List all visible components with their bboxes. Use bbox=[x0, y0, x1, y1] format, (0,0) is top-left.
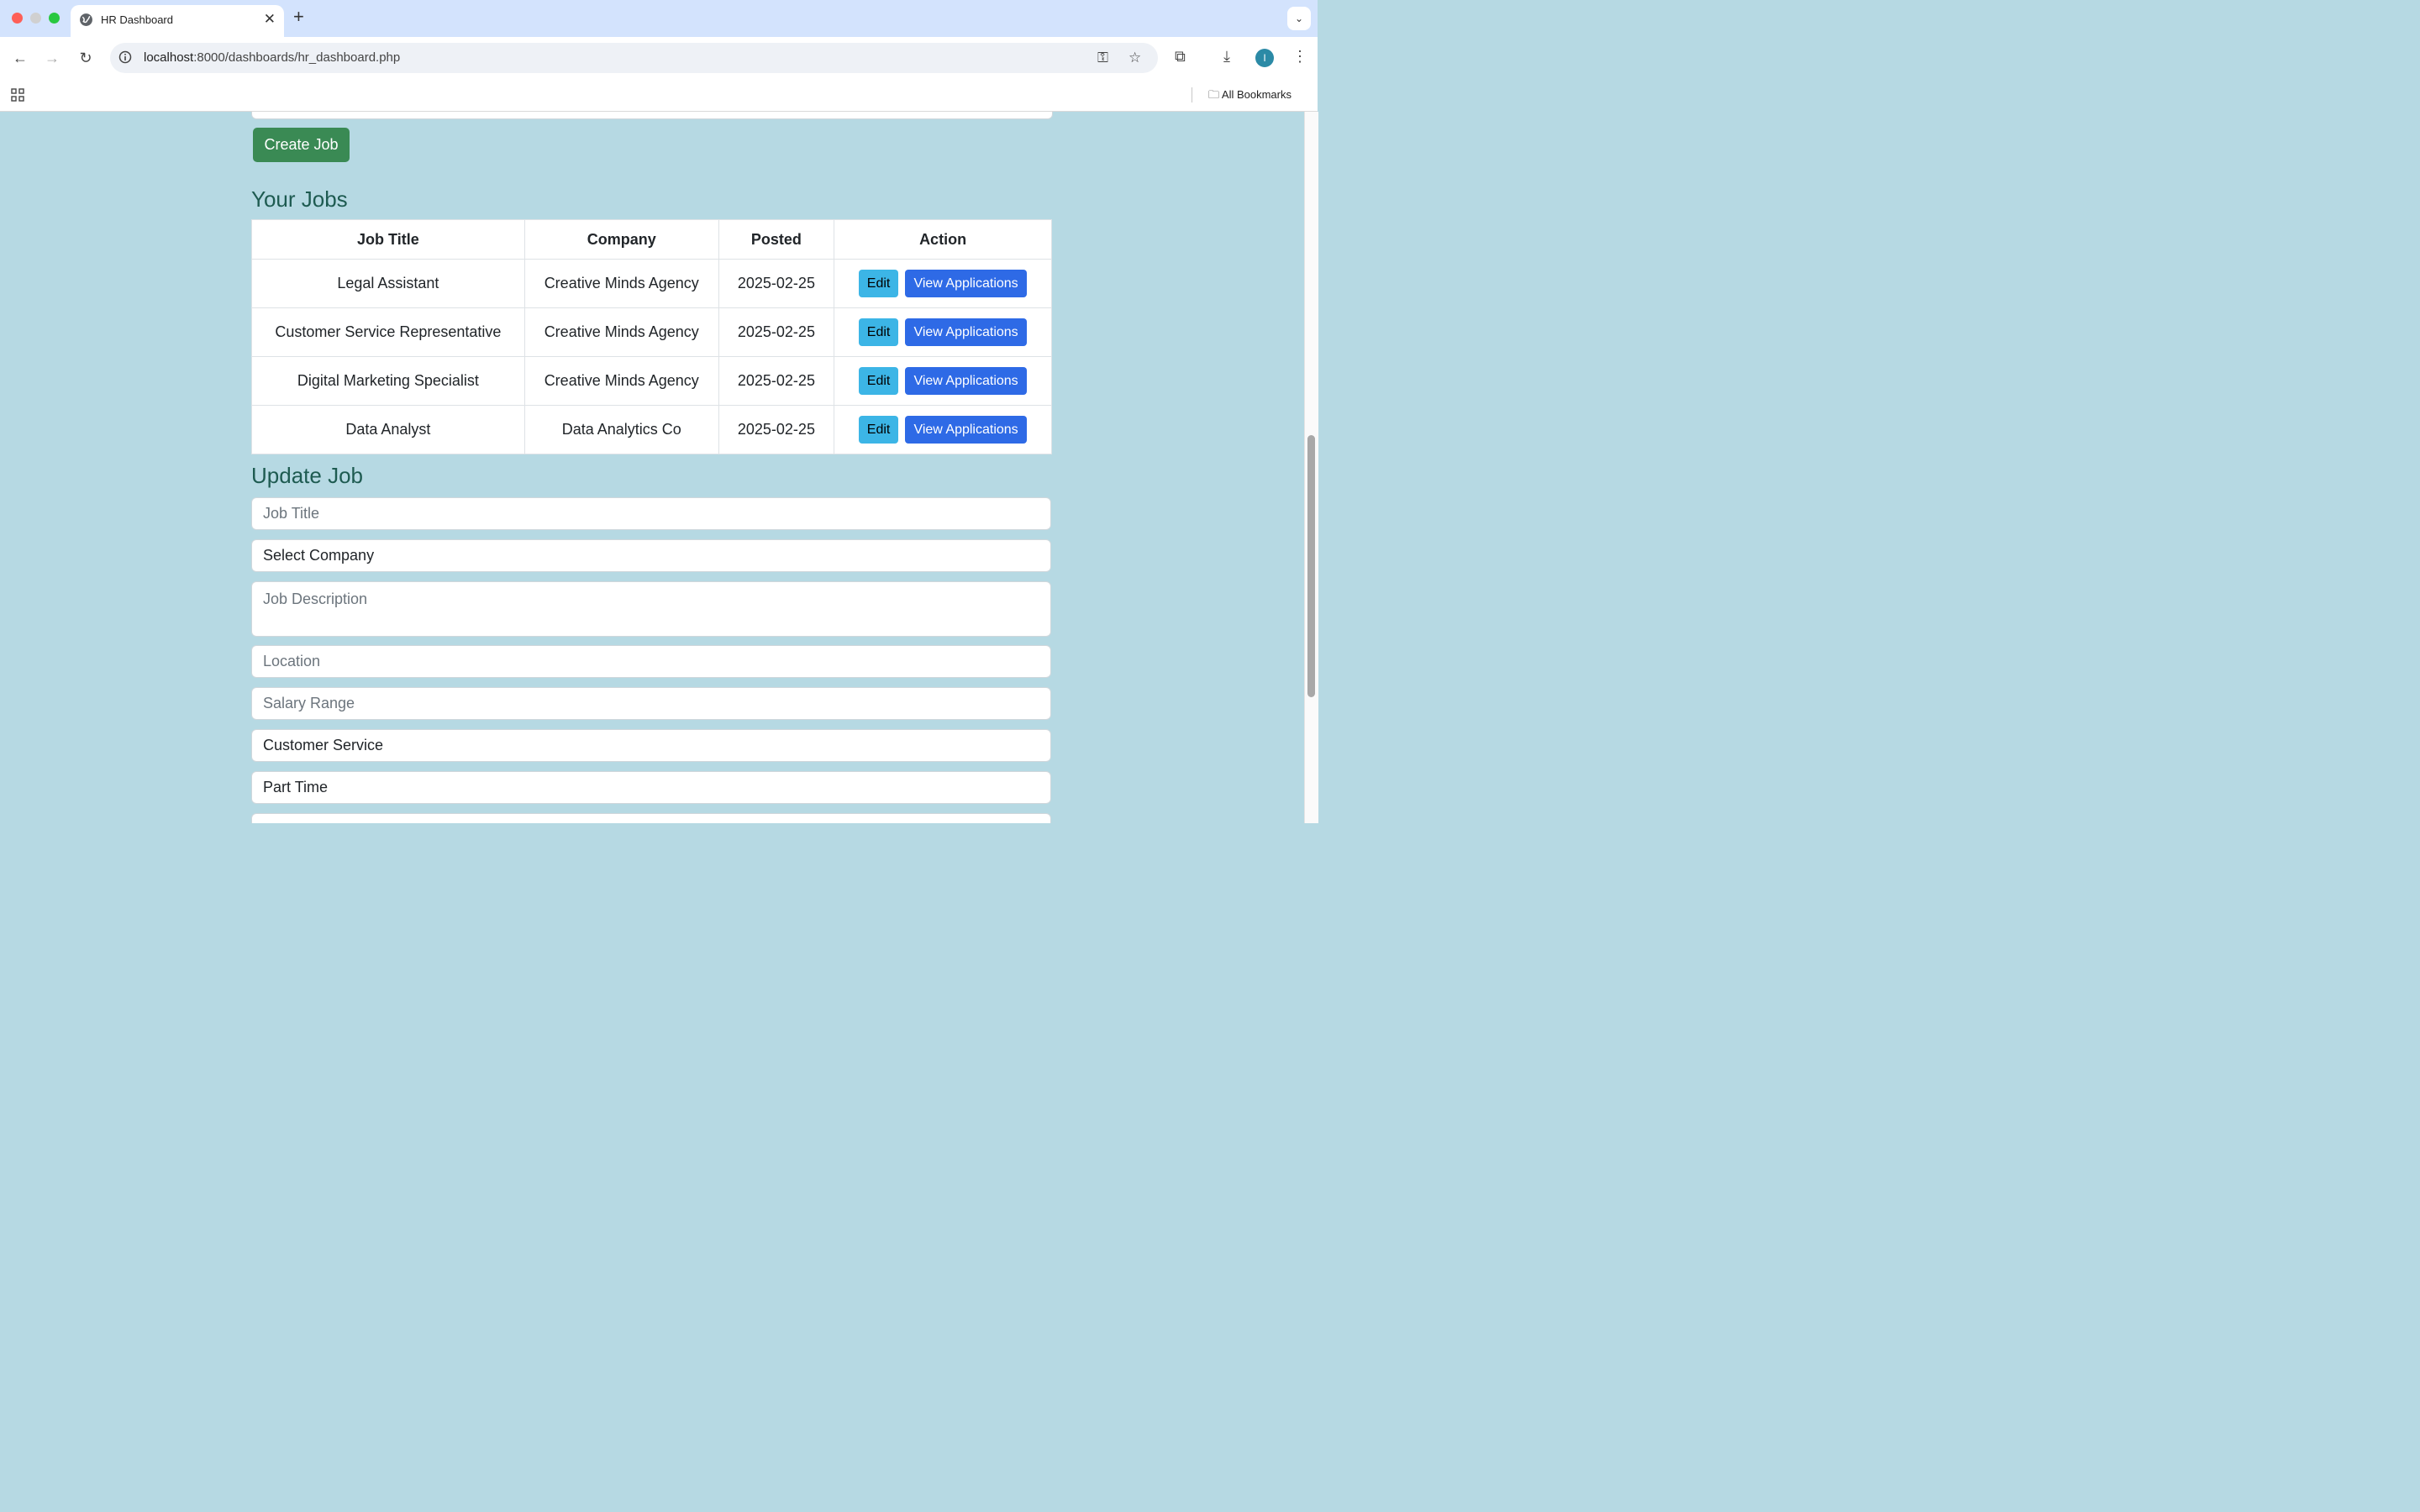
forward-icon[interactable]: → bbox=[43, 49, 61, 67]
address-bar[interactable]: localhost:8000/dashboards/hr_dashboard.p… bbox=[110, 43, 1158, 73]
table-row: Digital Marketing Specialist Creative Mi… bbox=[251, 356, 1052, 406]
posted-cell: 2025-02-25 bbox=[718, 356, 835, 406]
job-title-cell: Customer Service Representative bbox=[251, 307, 525, 357]
posted-cell: 2025-02-25 bbox=[718, 307, 835, 357]
reload-icon[interactable]: ↻ bbox=[76, 49, 95, 67]
action-cell: Edit View Applications bbox=[834, 356, 1052, 406]
back-icon[interactable]: ← bbox=[11, 49, 29, 67]
url-text[interactable]: localhost:8000/dashboards/hr_dashboard.p… bbox=[144, 50, 400, 65]
job-title-cell: Digital Marketing Specialist bbox=[251, 356, 525, 406]
download-icon[interactable]: ⤓ bbox=[1223, 48, 1230, 66]
jobs-table: Job Title Company Posted Action Legal As… bbox=[251, 219, 1052, 454]
bookmarks-bar: 🗀 All Bookmarks bbox=[0, 79, 1318, 112]
company-cell: Creative Minds Agency bbox=[523, 307, 719, 357]
active-tab[interactable]: HR Dashboard ✕ bbox=[71, 5, 284, 37]
globe-icon bbox=[80, 13, 92, 26]
create-job-button[interactable]: Create Job bbox=[253, 128, 350, 162]
menu-icon[interactable]: ⋮ bbox=[1292, 48, 1307, 66]
password-key-icon[interactable]: ⚿ bbox=[1097, 50, 1108, 66]
profile-avatar[interactable]: I bbox=[1255, 49, 1274, 67]
company-cell: Data Analytics Co bbox=[523, 405, 719, 454]
salary-range-input[interactable] bbox=[251, 687, 1051, 720]
job-type-select[interactable]: Part Time bbox=[251, 771, 1051, 804]
table-header-row: Job Title Company Posted Action bbox=[251, 219, 1052, 260]
location-input[interactable] bbox=[251, 645, 1051, 678]
edit-button[interactable]: Edit bbox=[859, 416, 899, 444]
scrollbar-thumb[interactable] bbox=[1307, 435, 1315, 697]
apps-grid-icon[interactable] bbox=[11, 88, 24, 102]
close-window-button[interactable] bbox=[12, 13, 23, 24]
edit-button[interactable]: Edit bbox=[859, 318, 899, 346]
update-job-heading: Update Job bbox=[251, 463, 363, 488]
table-row: Customer Service Representative Creative… bbox=[251, 307, 1052, 357]
your-jobs-heading: Your Jobs bbox=[251, 186, 348, 212]
posted-cell: 2025-02-25 bbox=[718, 405, 835, 454]
company-cell: Creative Minds Agency bbox=[523, 356, 719, 406]
extensions-icon[interactable]: ⧉ bbox=[1175, 48, 1186, 66]
table-row: Data Analyst Data Analytics Co 2025-02-2… bbox=[251, 405, 1052, 454]
page-scrollbar[interactable] bbox=[1304, 112, 1318, 823]
job-title-input[interactable] bbox=[251, 497, 1051, 530]
category-select[interactable]: Customer Service bbox=[251, 729, 1051, 762]
table-row: Legal Assistant Creative Minds Agency 20… bbox=[251, 259, 1052, 308]
posted-cell: 2025-02-25 bbox=[718, 259, 835, 308]
header-company: Company bbox=[523, 219, 719, 260]
view-applications-button[interactable]: View Applications bbox=[905, 270, 1028, 297]
view-applications-button[interactable]: View Applications bbox=[905, 367, 1028, 395]
tab-search-button[interactable]: ⌄ bbox=[1287, 7, 1311, 30]
bookmark-star-icon[interactable]: ☆ bbox=[1128, 50, 1141, 66]
next-form-field[interactable] bbox=[251, 813, 1051, 823]
site-info-icon[interactable] bbox=[118, 50, 132, 64]
tab-strip: HR Dashboard ✕ + ⌄ bbox=[0, 0, 1318, 37]
edit-button[interactable]: Edit bbox=[859, 367, 899, 395]
view-applications-button[interactable]: View Applications bbox=[905, 416, 1028, 444]
action-cell: Edit View Applications bbox=[834, 405, 1052, 454]
close-tab-icon[interactable]: ✕ bbox=[264, 11, 276, 28]
action-cell: Edit View Applications bbox=[834, 259, 1052, 308]
tab-title: HR Dashboard bbox=[101, 13, 173, 26]
previous-form-field[interactable] bbox=[251, 112, 1053, 119]
job-title-cell: Legal Assistant bbox=[251, 259, 525, 308]
browser-toolbar: ← → ↻ localhost:8000/dashboards/hr_dashb… bbox=[0, 37, 1318, 79]
view-applications-button[interactable]: View Applications bbox=[905, 318, 1028, 346]
header-job-title: Job Title bbox=[251, 219, 525, 260]
new-tab-button[interactable]: + bbox=[293, 6, 304, 28]
company-select[interactable]: Select Company bbox=[251, 539, 1051, 572]
job-title-cell: Data Analyst bbox=[251, 405, 525, 454]
page-content: Create Job Your Jobs Job Title Company P… bbox=[0, 112, 1304, 823]
header-action: Action bbox=[834, 219, 1052, 260]
edit-button[interactable]: Edit bbox=[859, 270, 899, 297]
all-bookmarks-button[interactable]: 🗀 All Bookmarks bbox=[1208, 87, 1292, 106]
company-cell: Creative Minds Agency bbox=[523, 259, 719, 308]
header-posted: Posted bbox=[718, 219, 835, 260]
minimize-window-button[interactable] bbox=[30, 13, 41, 24]
job-description-textarea[interactable] bbox=[251, 581, 1051, 637]
maximize-window-button[interactable] bbox=[49, 13, 60, 24]
action-cell: Edit View Applications bbox=[834, 307, 1052, 357]
